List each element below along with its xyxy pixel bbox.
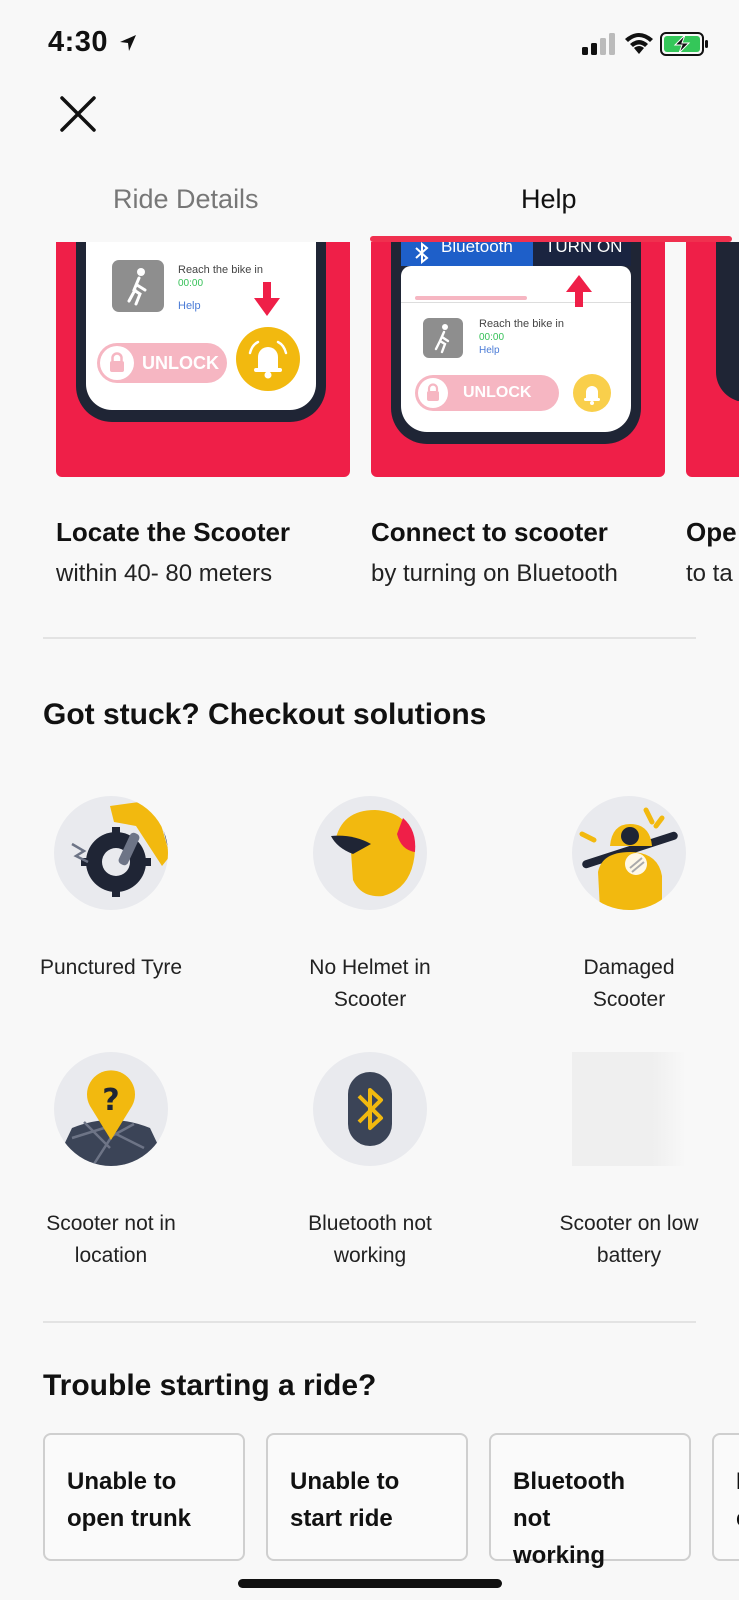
carousel-card-title: Connect to scooter — [371, 517, 608, 547]
solution-label: No Helmet in Scooter — [309, 956, 431, 1011]
svg-text:?: ? — [102, 1083, 119, 1118]
damaged-scooter-icon — [572, 796, 686, 910]
walking-person-icon — [423, 318, 463, 358]
phone-mockup: Bluetooth TURN ON Reach the bike in 00:0… — [391, 242, 641, 444]
mock-timer: 00:00 — [178, 278, 204, 289]
bluetooth-icon — [313, 1052, 427, 1166]
carousel-card-open[interactable]: Ope to ta — [686, 242, 739, 588]
help-carousel[interactable]: Reach the bike in 00:00 Help UNLOCK Loca… — [0, 242, 739, 602]
phone-screen: Reach the bike in 00:00 Help UNLOCK — [401, 266, 631, 432]
punctured-tyre-icon — [54, 796, 168, 910]
phone-mockup: Reach the bike in 00:00 Help UNLOCK — [76, 242, 326, 422]
cellular-signal-icon — [582, 33, 615, 55]
status-bar: 4:30 — [0, 0, 739, 90]
solution-bluetooth[interactable]: Bluetooth not working — [270, 1052, 470, 1272]
connect-illustration: Bluetooth TURN ON Reach the bike in 00:0… — [371, 242, 665, 477]
bell-icon — [573, 374, 611, 412]
battery-charging-icon — [660, 32, 708, 56]
carousel-card-subtitle: to ta — [686, 560, 733, 587]
mock-unlock-button: UNLOCK — [415, 375, 559, 411]
turn-on-banner: TURN ON — [533, 242, 631, 266]
carousel-card-locate[interactable]: Reach the bike in 00:00 Help UNLOCK Loca… — [56, 242, 350, 588]
trouble-card-partial[interactable]: I e — [712, 1433, 739, 1561]
bluetooth-small-icon — [415, 242, 429, 264]
open-illustration — [686, 242, 739, 477]
bluetooth-banner: Bluetooth — [401, 242, 533, 266]
phone-screen: Reach the bike in 00:00 Help UNLOCK — [86, 242, 316, 410]
wifi-icon — [625, 33, 653, 54]
solution-low-battery[interactable]: Scooter on low battery — [529, 1052, 729, 1272]
trouble-card-label: Bluetooth not — [513, 1468, 625, 1532]
trouble-card-label: Unable to — [290, 1468, 400, 1495]
solution-label: Damaged Scooter — [583, 956, 675, 1011]
tab-help[interactable]: Help — [521, 184, 577, 215]
mock-unlock-button: UNLOCK — [97, 343, 227, 383]
arrow-up-icon — [566, 275, 592, 307]
solution-no-helmet[interactable]: No Helmet in Scooter — [270, 796, 470, 1016]
solutions-title: Got stuck? Checkout solutions — [43, 698, 487, 731]
carousel-card-connect[interactable]: Bluetooth TURN ON Reach the bike in 00:0… — [371, 242, 665, 588]
tab-bar: Ride Details Help — [0, 170, 739, 242]
carousel-card-subtitle: within 40- 80 meters — [56, 560, 273, 587]
mock-turn-on-label: TURN ON — [545, 242, 623, 256]
status-time: 4:30 — [48, 26, 109, 58]
walking-person-icon — [112, 260, 164, 312]
lock-icon — [418, 378, 448, 408]
phone-mockup — [716, 242, 739, 402]
solution-damaged-scooter[interactable]: Damaged Scooter — [529, 796, 729, 1016]
tab-ride-details[interactable]: Ride Details — [113, 184, 259, 215]
locate-illustration: Reach the bike in 00:00 Help UNLOCK — [56, 242, 350, 477]
trouble-card-start-ride[interactable]: Unable to start ride — [266, 1433, 468, 1561]
bell-icon — [236, 327, 300, 391]
location-question-icon: ? — [54, 1052, 168, 1166]
trouble-card-label: Unable to — [67, 1468, 177, 1495]
mock-progress — [415, 296, 527, 300]
mock-reach-label: Reach the bike in — [479, 318, 564, 330]
trouble-card-bluetooth[interactable]: Bluetooth not working — [489, 1433, 691, 1569]
mock-help-link: Help — [178, 300, 201, 312]
solution-label: Scooter not in location — [46, 1212, 176, 1267]
solution-label: Scooter on low battery — [559, 1212, 699, 1267]
home-indicator — [238, 1579, 502, 1588]
mock-bluetooth-label: Bluetooth — [441, 242, 513, 256]
carousel-card-subtitle: by turning on Bluetooth — [371, 560, 618, 587]
mock-unlock-label: UNLOCK — [142, 353, 219, 373]
mock-unlock-label: UNLOCK — [463, 384, 532, 401]
divider — [43, 637, 696, 639]
trouble-title: Trouble starting a ride? — [43, 1369, 377, 1402]
carousel-card-title: Ope — [686, 517, 737, 547]
carousel-card-title: Locate the Scooter — [56, 517, 291, 547]
lock-icon — [100, 346, 134, 380]
mock-separator — [401, 302, 631, 303]
arrow-down-icon — [254, 282, 280, 316]
close-icon[interactable] — [54, 90, 102, 138]
location-arrow-icon — [120, 35, 136, 51]
low-battery-icon — [572, 1052, 686, 1166]
solution-punctured-tyre[interactable]: Punctured Tyre — [11, 796, 211, 984]
trouble-card-label: open trunk — [67, 1505, 191, 1532]
trouble-card-label: working — [513, 1542, 606, 1569]
divider — [43, 1321, 696, 1323]
solution-not-in-location[interactable]: ? Scooter not in location — [11, 1052, 211, 1272]
helmet-icon — [313, 796, 427, 910]
trouble-card-label: start ride — [290, 1505, 393, 1532]
trouble-card-open-trunk[interactable]: Unable to open trunk — [43, 1433, 245, 1561]
mock-reach-label: Reach the bike in — [178, 264, 263, 276]
solution-label: Punctured Tyre — [39, 956, 183, 979]
mock-timer: 00:00 — [479, 332, 505, 343]
mock-help-link: Help — [479, 345, 500, 356]
solution-label: Bluetooth not working — [308, 1212, 432, 1267]
